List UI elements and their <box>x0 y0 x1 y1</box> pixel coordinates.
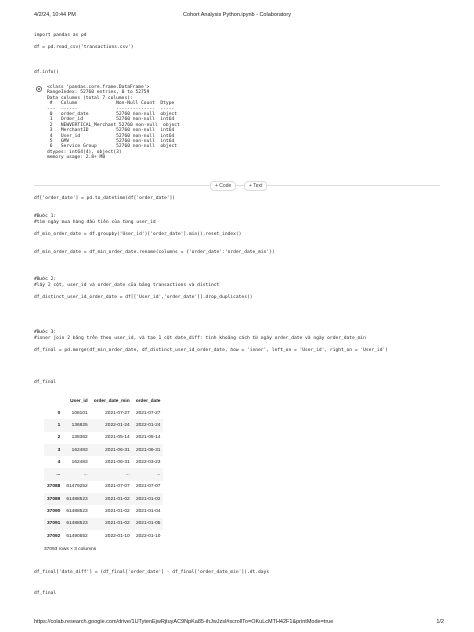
code-cell-df-final-2[interactable]: df_final <box>34 591 56 597</box>
code-cell-step3[interactable]: #Bước 3: #inner join 2 bảng trên theo us… <box>34 330 388 354</box>
code-cell-step2[interactable]: #Bước 2: #lấy 2 cột, user_id và order_da… <box>34 277 253 301</box>
add-text-button[interactable]: + Text <box>244 181 268 191</box>
table-row: 37090 61488523 2021-01-02 2021-01-04 <box>44 505 163 517</box>
column-header: User_id <box>70 398 88 404</box>
code-cell-to-datetime[interactable]: df['order_date'] = pd.to_datetime(df['or… <box>34 196 175 202</box>
cell: 138362 <box>71 435 88 441</box>
row-index: 4 <box>57 459 61 465</box>
page-number: 1/2 <box>436 619 444 625</box>
cell: 2021-05-14 <box>135 435 161 441</box>
row-index: ... <box>44 468 64 481</box>
cell: 2021-07-27 <box>135 410 161 416</box>
code-cell-df-final[interactable]: df_final <box>34 380 56 386</box>
cell: 2022-01-24 <box>90 419 133 432</box>
cell: ... <box>90 468 133 481</box>
cell: 61488523 <box>66 509 88 515</box>
cell: ... <box>132 468 164 481</box>
row-index: 37088 <box>47 484 61 490</box>
row-index: 37091 <box>44 517 64 530</box>
cell: 2021-07-07 <box>105 484 130 490</box>
cell: 2021-01-02 <box>132 493 164 506</box>
cell: 2021-06-31 <box>132 443 164 457</box>
document-title: Cohort Analysis Python.ipynb - Colaborat… <box>183 12 291 18</box>
row-index: 2 <box>57 435 61 441</box>
cell: 2021-06-31 <box>105 459 130 465</box>
table-shape-info: 37093 rows × 3 columns <box>44 547 97 552</box>
cell: 2021-01-02 <box>90 517 133 530</box>
table-row: 37092 61490552 2022-01-10 2022-01-10 <box>44 530 163 542</box>
cell: 136825 <box>63 419 91 432</box>
row-index: 0 <box>57 410 61 416</box>
cell: 2022-01-10 <box>105 533 130 539</box>
column-header: order_date_min <box>93 398 130 404</box>
row-index: 1 <box>44 419 64 432</box>
cell: 61488523 <box>63 517 91 530</box>
table-row: 2 138362 2021-05-14 2021-05-14 <box>44 432 163 444</box>
cell: 61490552 <box>66 533 88 539</box>
cell: 2021-07-27 <box>105 410 130 416</box>
add-cell-divider <box>34 185 440 186</box>
cell: ... <box>63 468 91 481</box>
table-row: 37089 61488523 2021-01-02 2021-01-02 <box>44 493 164 506</box>
cell: 2021-07-07 <box>135 484 161 490</box>
dataframe-table: User_id order_date_min order_date 0 10810… <box>44 395 164 542</box>
table-header-row: User_id order_date_min order_date <box>44 395 163 407</box>
page-url: https://colab.research.google.com/drive/… <box>34 619 334 625</box>
table-row: 1 136825 2022-01-24 2022-01-24 <box>44 419 164 432</box>
code-cell-step1[interactable]: #Bước 1: #tìm ngày mua hàng đầu tiên của… <box>34 214 275 256</box>
cell: 162483 <box>63 443 91 457</box>
code-cell-info[interactable]: df.info() <box>34 70 59 76</box>
table-row: 4 162483 2021-06-31 2022-03-23 <box>44 456 163 468</box>
cell: 2021-01-02 <box>105 509 130 515</box>
column-header <box>44 395 63 407</box>
table-row: 0 108101 2021-07-27 2021-07-27 <box>44 407 163 419</box>
cell: 2022-01-24 <box>132 419 164 432</box>
cell: 61488523 <box>63 493 91 506</box>
code-cell-date-diff[interactable]: df_final['date_diff'] = (df_final['order… <box>34 570 269 576</box>
cell: 2021-05-14 <box>105 435 130 441</box>
add-code-button[interactable]: + Code <box>210 181 237 191</box>
cell: 2021-06-31 <box>90 443 133 457</box>
table-row: ............ <box>44 468 164 481</box>
row-index: 3 <box>44 443 64 457</box>
info-output: <class 'pandas.core.frame.DataFrame'> Ra… <box>47 85 180 161</box>
table-row: 37088 61479252 2021-07-07 2021-07-07 <box>44 481 163 493</box>
cell: 2021-01-02 <box>90 493 133 506</box>
row-index: 37092 <box>47 533 61 539</box>
table-row: 37091 61488523 2021-01-02 2021-01-05 <box>44 517 164 530</box>
cell: 2022-03-23 <box>135 459 161 465</box>
row-index: 37090 <box>47 509 61 515</box>
cell: 162483 <box>71 459 88 465</box>
cell: 61479252 <box>66 484 88 490</box>
cell: 2022-01-10 <box>135 533 161 539</box>
row-index: 37089 <box>44 493 64 506</box>
cell: 108101 <box>71 410 88 416</box>
table-row: 3 162483 2021-06-31 2021-06-31 <box>44 443 164 457</box>
code-cell-import[interactable]: import pandas as pd df = pd.read_csv('tr… <box>34 33 134 51</box>
cell: 2021-01-05 <box>132 517 164 530</box>
column-header: order_date <box>135 398 161 404</box>
output-menu-icon[interactable] <box>36 86 42 92</box>
cell: 2021-01-04 <box>135 509 161 515</box>
